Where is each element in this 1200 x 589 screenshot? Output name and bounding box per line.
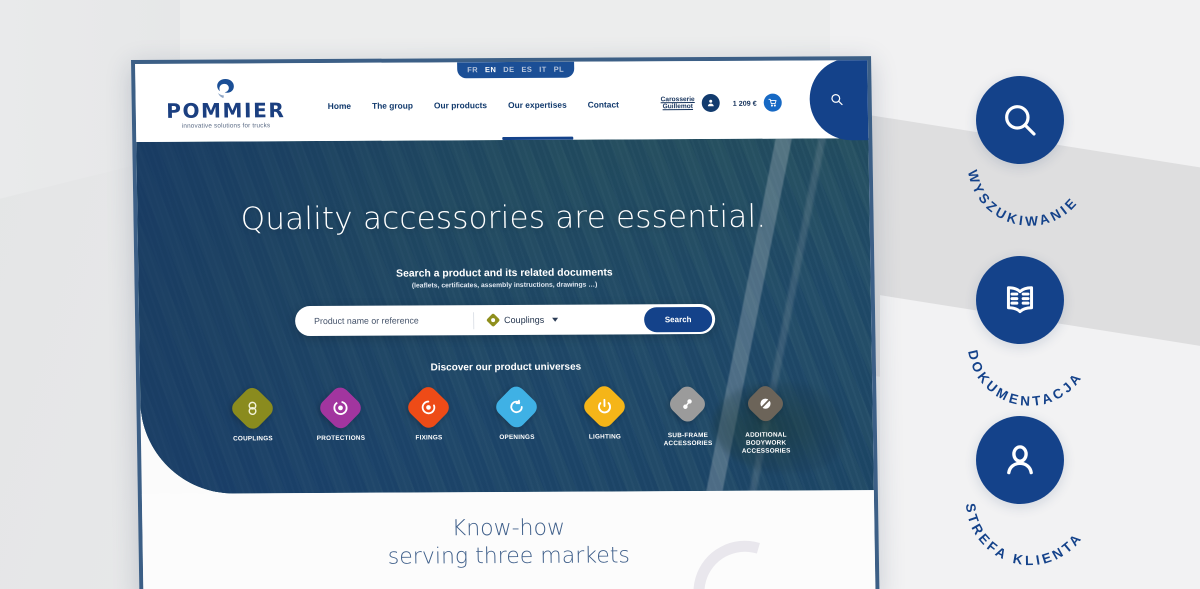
cart-glyph <box>768 98 777 107</box>
badge-dokumentacja[interactable]: DOKUMENTACJA <box>962 252 1162 432</box>
nav-item-the-group[interactable]: The group <box>372 101 413 114</box>
nav-item-our-expertises[interactable]: Our expertises <box>508 100 567 113</box>
couplings-glyph <box>248 401 257 416</box>
badge-text: WYSZUKIWANIE <box>965 168 1081 229</box>
product-search-bar: Couplings Search <box>294 303 716 337</box>
universe-label: PROTECTIONS <box>316 434 366 443</box>
cart-total: 1 209 € <box>732 98 757 108</box>
language-option-pl[interactable]: PL <box>554 65 565 74</box>
pommier-swirl-icon <box>217 78 234 99</box>
header-search-button[interactable] <box>809 60 875 141</box>
universe-additional-bodywork-accessories[interactable]: ADDITIONAL BODYWORK ACCESSORIES <box>726 382 805 455</box>
nav-item-our-products[interactable]: Our products <box>434 100 487 113</box>
search-icon <box>831 93 843 106</box>
know-how-line1: Know-how <box>451 515 566 542</box>
badge-text: DOKUMENTACJA <box>965 349 1086 409</box>
watermark-swirl <box>674 522 817 589</box>
language-option-fr[interactable]: FR <box>467 65 478 74</box>
openings-glyph <box>510 399 523 414</box>
user-glyph <box>707 99 714 107</box>
account-area: Carosserie Guillemot 1 209 € <box>661 93 782 113</box>
website-page: FR EN DE ES IT PL POMMIER innovative sol… <box>135 60 876 589</box>
main-navigation: Home The group Our products Our expertis… <box>328 99 619 114</box>
universe-label: COUPLINGS <box>233 435 273 443</box>
logo-wordmark: POMMIER <box>166 98 286 123</box>
lighting-icon <box>580 382 629 431</box>
badge-wyszukiwanie[interactable]: WYSZUKIWANIE <box>962 72 1162 252</box>
universe-fixings[interactable]: FIXINGS <box>384 383 473 442</box>
badge-label-documentation: DOKUMENTACJA <box>965 349 1086 409</box>
hero-heading: Quality accessories are essential. <box>240 198 767 238</box>
universe-label: SUB-FRAME ACCESSORIES <box>663 431 713 448</box>
know-how-heading: Know-how serving three markets <box>387 514 630 572</box>
universe-protections[interactable]: PROTECTIONS <box>296 383 385 443</box>
chevron-down-icon <box>552 317 559 322</box>
protections-glyph <box>333 400 348 415</box>
category-dropdown[interactable]: Couplings <box>474 313 644 328</box>
universe-openings[interactable]: OPENINGS <box>472 382 561 442</box>
couplings-icon <box>228 384 277 433</box>
product-universes-row: COUPLINGS PROTECTIONS FIXINGS OPENINGS L… <box>140 382 873 458</box>
language-option-de[interactable]: DE <box>503 65 514 74</box>
lighting-glyph <box>598 398 611 414</box>
language-selector[interactable]: FR EN DE ES IT PL <box>457 61 575 79</box>
sub-frame-icon <box>666 382 709 426</box>
nav-item-home[interactable]: Home <box>328 101 351 114</box>
language-option-en[interactable]: EN <box>485 65 496 74</box>
page-root: FR EN DE ES IT PL POMMIER innovative sol… <box>0 0 1200 589</box>
sub-frame-glyph <box>683 399 692 409</box>
badge-label-client-area: STREFA KLIENTA <box>963 502 1086 568</box>
nav-item-contact[interactable]: Contact <box>588 99 619 112</box>
universe-label: ADDITIONAL BODYWORK ACCESSORIES <box>741 431 791 455</box>
know-how-section: Know-how serving three markets <box>141 490 876 589</box>
site-logo[interactable]: POMMIER innovative solutions for trucks <box>159 77 292 130</box>
badge-label-search: WYSZUKIWANIE <box>965 168 1081 229</box>
protections-icon <box>316 383 365 432</box>
universe-label: FIXINGS <box>415 434 443 442</box>
couplings-icon <box>486 313 501 328</box>
language-option-es[interactable]: ES <box>521 65 532 74</box>
category-selected-label: Couplings <box>504 314 545 326</box>
bodywork-icon <box>744 382 787 425</box>
universe-label: OPENINGS <box>499 433 535 442</box>
universe-couplings[interactable]: COUPLINGS <box>208 384 297 443</box>
language-option-it[interactable]: IT <box>539 65 547 74</box>
fixings-icon <box>404 383 453 432</box>
fixings-glyph <box>421 400 436 415</box>
know-how-line2: serving three markets <box>387 543 631 570</box>
logo-tagline: innovative solutions for trucks <box>181 122 271 130</box>
search-input[interactable] <box>295 315 474 327</box>
bodywork-glyph <box>760 398 771 409</box>
site-header: FR EN DE ES IT PL POMMIER innovative sol… <box>135 60 875 142</box>
openings-icon <box>492 382 541 432</box>
account-name[interactable]: Carosserie Guillemot <box>661 96 695 111</box>
account-name-line2: Guillemot <box>662 103 694 111</box>
universe-lighting[interactable]: LIGHTING <box>560 382 649 441</box>
cart-icon[interactable] <box>763 93 782 112</box>
hero-section: Quality accessories are essential. Searc… <box>136 138 874 494</box>
universe-label: LIGHTING <box>588 433 622 441</box>
badge-text: STREFA KLIENTA <box>963 502 1086 568</box>
website-mockup: FR EN DE ES IT PL POMMIER innovative sol… <box>131 56 880 589</box>
badge-strefa-klienta[interactable]: STREFA KLIENTA <box>962 412 1162 589</box>
universe-sub-frame-accessories[interactable]: SUB-FRAME ACCESSORIES <box>648 382 727 448</box>
search-submit-button[interactable]: Search <box>643 306 713 332</box>
user-icon[interactable] <box>701 93 720 113</box>
